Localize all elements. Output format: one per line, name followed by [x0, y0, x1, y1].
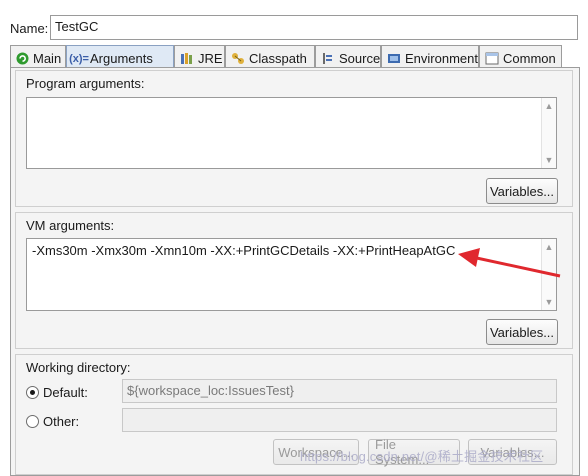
tab-environment-label: Environment: [405, 50, 478, 66]
scroll-up-arrow-icon[interactable]: ▲: [542, 99, 556, 113]
default-radio-label: Default:: [43, 385, 88, 400]
environment-icon: [387, 51, 401, 65]
tab-jre[interactable]: JRE: [174, 45, 225, 67]
classpath-icon: [231, 51, 245, 65]
common-icon: [485, 51, 499, 65]
arguments-icon: (x)=: [69, 52, 89, 65]
tab-classpath-label: Classpath: [249, 50, 307, 66]
annotation-arrow-icon: [458, 248, 561, 278]
tab-arguments-label: Arguments: [90, 51, 153, 66]
working-directory-title: Working directory:: [26, 360, 131, 375]
scroll-down-arrow-icon[interactable]: ▼: [542, 153, 556, 167]
name-field[interactable]: TestGC: [50, 15, 578, 40]
default-directory-field: ${workspace_loc:IssuesTest}: [122, 379, 557, 403]
watermark: https://blog.csdn.net/@稀土掘金技术社区: [300, 449, 544, 464]
program-arguments-input[interactable]: ▲ ▼: [26, 97, 557, 169]
tab-bar: Main (x)= Arguments JRE Classpath Source…: [10, 45, 582, 68]
jre-library-icon: [180, 51, 194, 65]
tab-jre-label: JRE: [198, 50, 223, 66]
vm-arguments-value: -Xms30m -Xmx30m -Xmn10m -XX:+PrintGCDeta…: [32, 243, 456, 258]
other-directory-field[interactable]: [122, 408, 557, 432]
vm-arguments-title: VM arguments:: [26, 218, 115, 233]
tab-source[interactable]: Source: [315, 45, 381, 67]
green-circle-icon: [16, 51, 29, 65]
tab-arguments[interactable]: (x)= Arguments: [66, 45, 174, 68]
source-icon: [321, 51, 335, 65]
tab-common[interactable]: Common: [479, 45, 562, 67]
vm-variables-button[interactable]: Variables...: [486, 319, 558, 345]
other-radio-label: Other:: [43, 414, 80, 429]
default-radio[interactable]: [26, 386, 39, 399]
program-arguments-group: Program arguments: ▲ ▼ Variables...: [15, 70, 573, 207]
tab-classpath[interactable]: Classpath: [225, 45, 315, 67]
tab-main[interactable]: Main: [10, 45, 66, 67]
other-radio[interactable]: [26, 415, 39, 428]
scroll-down-arrow-icon[interactable]: ▼: [542, 295, 556, 309]
tab-source-label: Source: [339, 50, 381, 66]
program-variables-button[interactable]: Variables...: [486, 178, 558, 204]
program-arguments-title: Program arguments:: [26, 76, 145, 91]
tab-main-label: Main: [33, 50, 62, 66]
tab-common-label: Common: [503, 50, 556, 66]
tab-environment[interactable]: Environment: [381, 45, 479, 67]
name-label: Name:: [10, 21, 49, 36]
program-arguments-scrollbar[interactable]: ▲ ▼: [541, 98, 556, 168]
